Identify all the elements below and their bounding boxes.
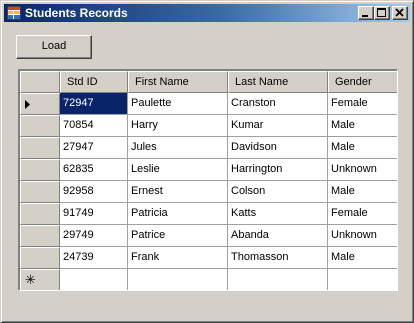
table-row[interactable]: 92958 Ernest Colson Male [20,181,397,203]
window-title: Students Records [25,6,128,20]
minimize-button[interactable] [358,6,374,20]
table-row[interactable]: 24739 Frank Thomasson Male [20,247,397,269]
cell-last-name[interactable]: Kumar [228,115,328,137]
column-header-first-name[interactable]: First Name [128,71,228,93]
cell-first-name[interactable]: Patrice [128,225,228,247]
cell-std-id[interactable]: 92958 [60,181,128,203]
new-row-cell[interactable] [328,269,397,290]
cell-last-name[interactable]: Cranston [228,93,328,115]
datagrid-body: Std ID First Name Last Name Gender 72947… [20,71,397,290]
row-header[interactable] [20,115,60,137]
corner-header[interactable] [20,71,60,93]
cell-std-id[interactable]: 24739 [60,247,128,269]
header-row: Std ID First Name Last Name Gender [20,71,397,93]
new-row-header[interactable]: ✳ [20,269,60,290]
cell-gender[interactable]: Female [328,93,397,115]
cell-first-name[interactable]: Patricia [128,203,228,225]
minimize-icon [362,15,368,17]
row-header[interactable] [20,203,60,225]
row-header[interactable] [20,159,60,181]
row-header[interactable] [20,181,60,203]
cell-first-name[interactable]: Jules [128,137,228,159]
cell-gender[interactable]: Male [328,247,397,269]
cell-first-name[interactable]: Harry [128,115,228,137]
cell-first-name[interactable]: Leslie [128,159,228,181]
cell-gender[interactable]: Male [328,181,397,203]
maximize-icon [377,8,386,17]
cell-std-id[interactable]: 27947 [60,137,128,159]
cell-last-name[interactable]: Davidson [228,137,328,159]
close-button[interactable] [392,6,408,20]
new-row-cell[interactable] [228,269,328,290]
table-row[interactable]: 91749 Patricia Katts Female [20,203,397,225]
column-header-std-id[interactable]: Std ID [60,71,128,93]
cell-std-id[interactable]: 62835 [60,159,128,181]
cell-gender[interactable]: Unknown [328,225,397,247]
table-row[interactable]: 72947 Paulette Cranston Female [20,93,397,115]
row-header[interactable] [20,137,60,159]
new-row-icon: ✳ [25,272,36,287]
app-window: Students Records Load Std ID First Name [0,0,414,323]
row-header[interactable] [20,247,60,269]
students-datagrid[interactable]: Std ID First Name Last Name Gender 72947… [18,69,398,291]
cell-std-id[interactable]: 70854 [60,115,128,137]
cell-std-id[interactable]: 91749 [60,203,128,225]
load-button[interactable]: Load [16,35,92,59]
table-row[interactable]: 27947 Jules Davidson Male [20,137,397,159]
cell-std-id[interactable]: 72947 [60,93,128,115]
maximize-button[interactable] [374,6,390,20]
cell-gender[interactable]: Male [328,115,397,137]
close-icon [395,8,404,17]
datagrid-app-icon[interactable] [7,6,21,20]
column-header-last-name[interactable]: Last Name [228,71,328,93]
cell-last-name[interactable]: Thomasson [228,247,328,269]
cell-last-name[interactable]: Colson [228,181,328,203]
cell-first-name[interactable]: Paulette [128,93,228,115]
cell-last-name[interactable]: Abanda [228,225,328,247]
cell-gender[interactable]: Unknown [328,159,397,181]
cell-last-name[interactable]: Harrington [228,159,328,181]
cell-last-name[interactable]: Katts [228,203,328,225]
new-row-cell[interactable] [60,269,128,290]
table-row[interactable]: 29749 Patrice Abanda Unknown [20,225,397,247]
new-row-cell[interactable] [128,269,228,290]
column-header-gender[interactable]: Gender [328,71,397,93]
new-row[interactable]: ✳ [20,269,397,290]
title-bar[interactable]: Students Records [4,4,410,22]
row-header[interactable] [20,93,60,115]
cell-std-id[interactable]: 29749 [60,225,128,247]
cell-gender[interactable]: Male [328,137,397,159]
row-pointer-icon [25,100,30,109]
cell-gender[interactable]: Female [328,203,397,225]
table-row[interactable]: 70854 Harry Kumar Male [20,115,397,137]
row-header[interactable] [20,225,60,247]
cell-first-name[interactable]: Ernest [128,181,228,203]
cell-first-name[interactable]: Frank [128,247,228,269]
table-row[interactable]: 62835 Leslie Harrington Unknown [20,159,397,181]
